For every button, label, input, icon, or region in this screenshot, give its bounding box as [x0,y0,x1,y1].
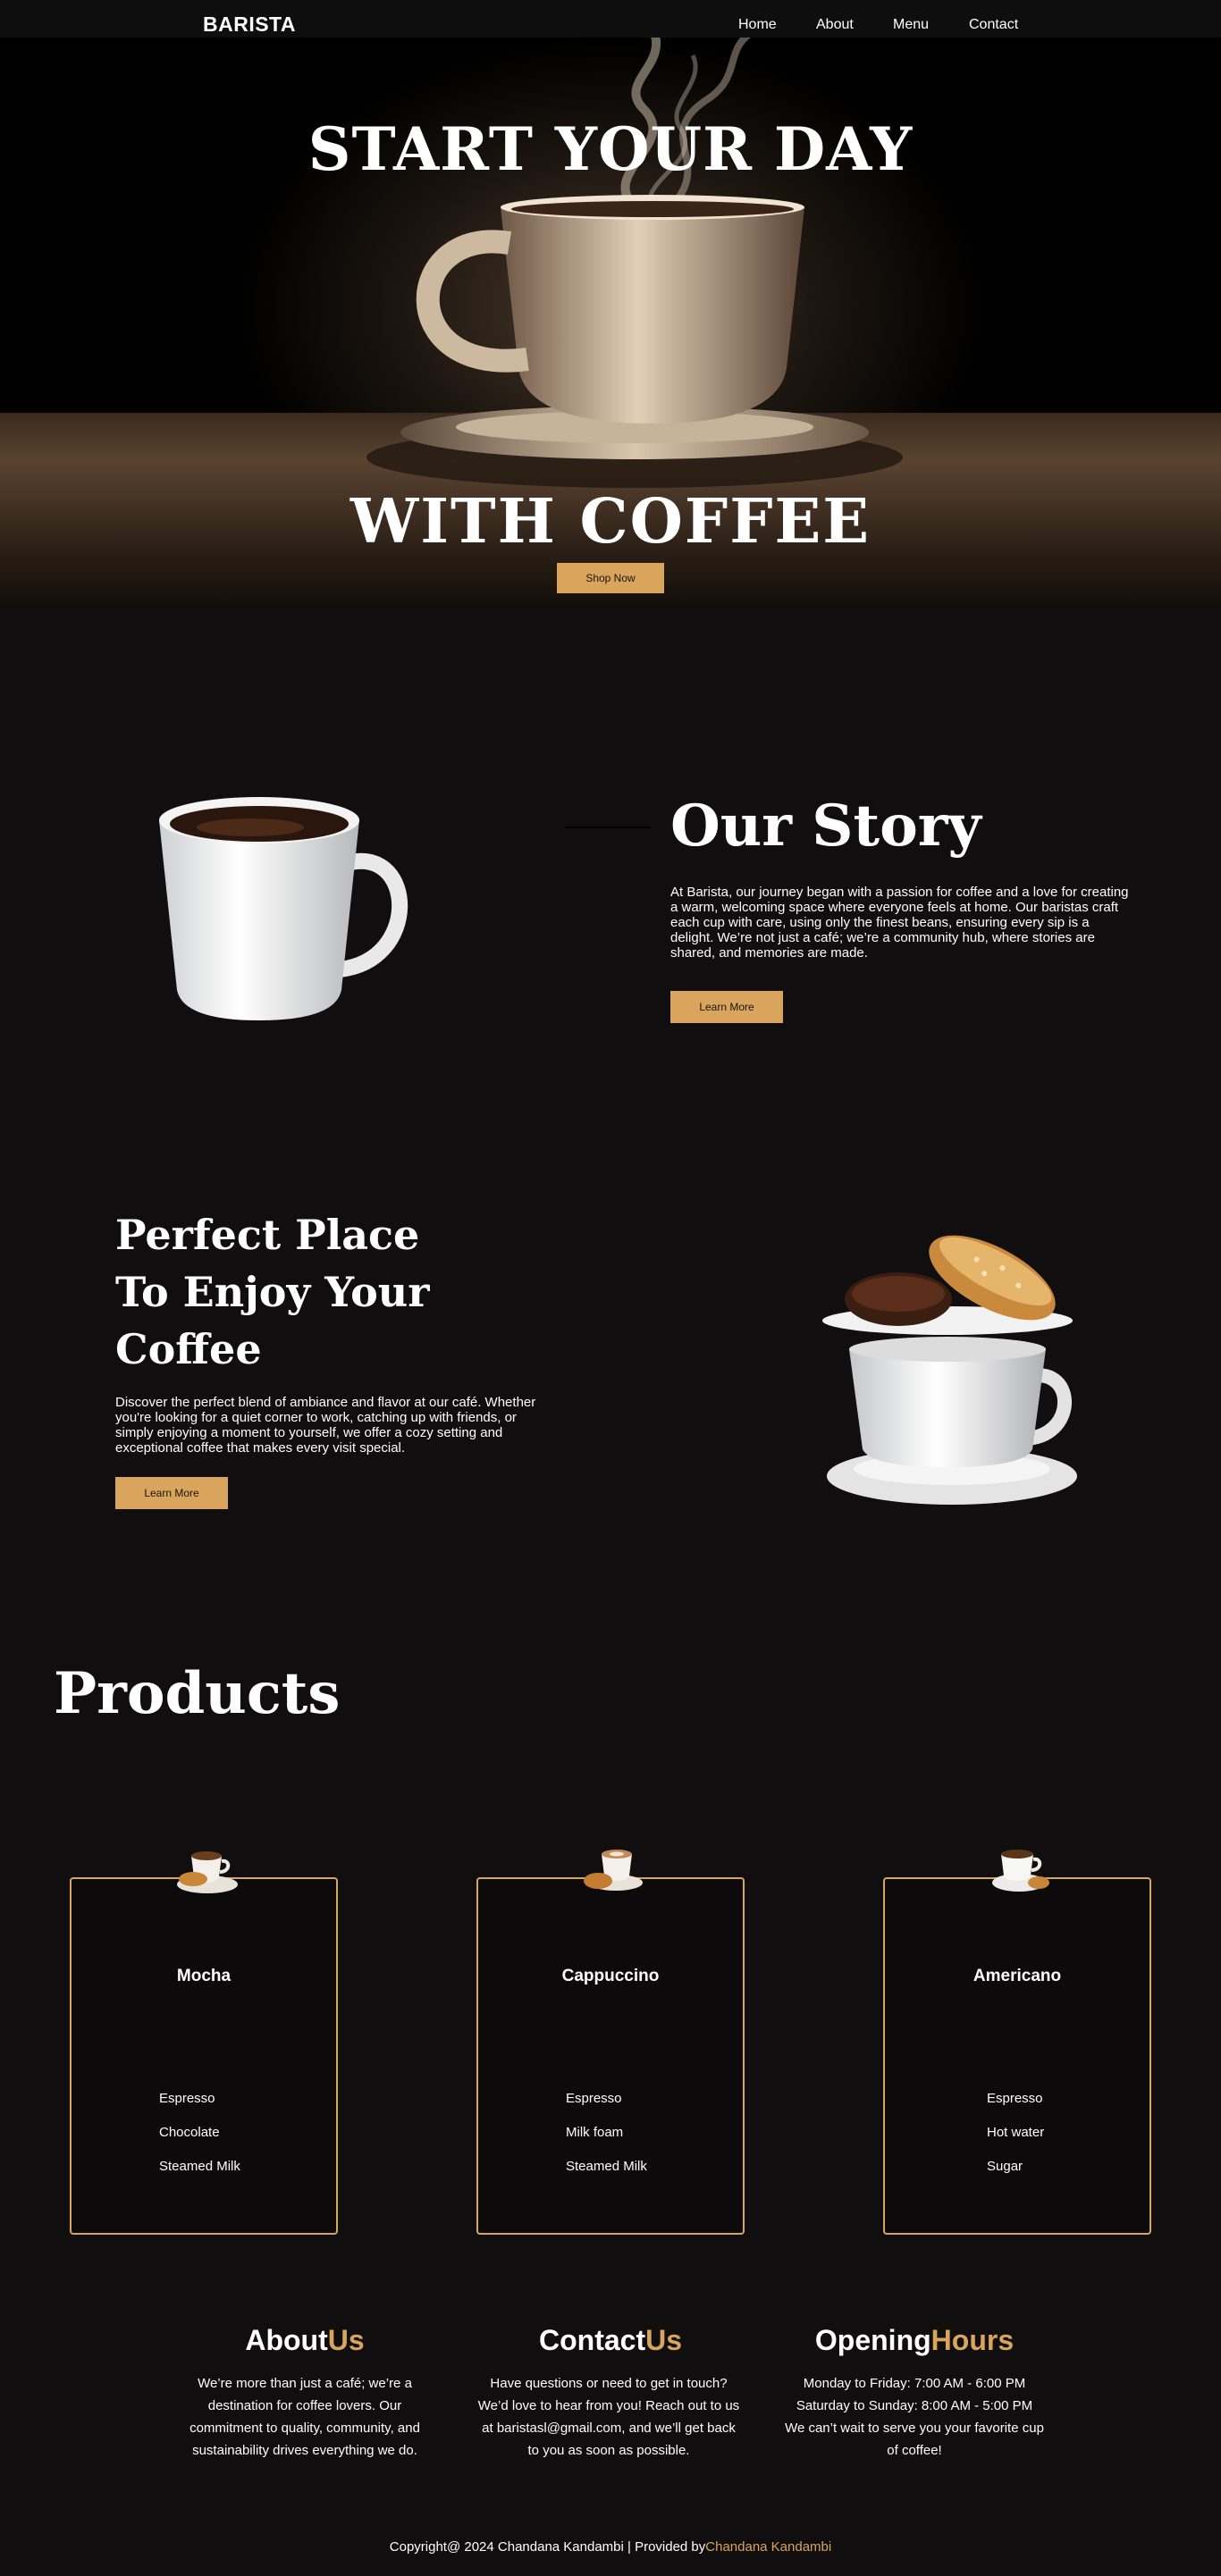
contact-us-section: ContactUs Have questions or need to get … [478,2326,740,2462]
about-us-title: AboutUs [175,2326,434,2354]
about-us-section: AboutUs We’re more than just a café; we’… [175,2326,434,2462]
hours-title-accent: Hours [930,2324,1015,2356]
product-coffee-image [177,1851,238,1893]
ingredient-item: Milk foam [566,2125,624,2140]
top-navbar: BARISTA Home About Menu Contact [0,0,1221,38]
ingredient-list: Espresso Chocolate Steamed Milk [159,2090,240,2192]
hero-section: START YOUR DAY WITH COFFEE Shop Now [0,38,1221,606]
contact-us-text: Have questions or need to get in touch? … [477,2376,740,2458]
ingredient-item: Steamed Milk [159,2159,240,2174]
place-title: Perfect Place To Enjoy Your Coffee [115,1206,491,1378]
story-learn-more-button[interactable]: Learn More [670,991,783,1023]
contact-title-text: Contact [538,2324,646,2356]
hero-title-line1: START YOUR DAY [307,114,914,184]
place-title-line: To Enjoy Your [115,1268,430,1316]
ingredient-item: Chocolate [159,2125,220,2140]
about-us-text: We’re more than just a café; we’re a des… [189,2376,420,2458]
story-divider [565,827,651,828]
brand-logo[interactable]: BARISTA [203,14,296,35]
nav-link-about[interactable]: About [816,18,854,32]
copyright: Copyright@ 2024 Chandana Kandambi | Prov… [0,2539,1221,2555]
about-title-text: About [245,2324,328,2356]
coffee-cup-image [159,797,408,1020]
opening-hours-section: OpeningHours Monday to Friday: 7:00 AM -… [785,2326,1044,2462]
product-card-cappuccino[interactable]: Cappuccino Espresso Milk foam Steamed Mi… [476,1850,745,2235]
ingredient-item: Espresso [159,2091,215,2106]
nav-link-contact[interactable]: Contact [969,18,1018,32]
product-coffee-image [992,1850,1049,1892]
place-learn-more-button[interactable]: Learn More [115,1477,228,1509]
ingredient-item: Espresso [566,2091,622,2106]
product-card-americano[interactable]: Americano Espresso Hot water Sugar [883,1850,1151,2235]
hero-title-line2: WITH COFFEE [349,486,872,558]
story-text: At Barista, our journey began with a pas… [670,885,1129,961]
contact-us-title: ContactUs [481,2326,740,2354]
hours-title-text: Opening [814,2324,931,2356]
copyright-author-link[interactable]: Chandana Kandambi [705,2539,831,2555]
opening-hours-title: OpeningHours [785,2326,1044,2354]
story-title: Our Story [670,793,981,860]
contact-title-accent: Us [645,2324,682,2356]
place-title-line: Perfect Place [115,1211,420,1259]
nav-link-home[interactable]: Home [738,18,777,32]
about-title-accent: Us [327,2324,365,2356]
donut-cup-image [822,1235,1077,1505]
products-title: Products [54,1660,341,1727]
ingredient-item: Hot water [987,2125,1045,2140]
place-text: Discover the perfect blend of ambiance a… [115,1395,536,1456]
copyright-text: Copyright@ 2024 Chandana Kandambi | Prov… [389,2539,706,2555]
ingredient-item: Espresso [987,2091,1043,2106]
ingredient-item: Sugar [987,2159,1023,2174]
ingredient-list: Espresso Hot water Sugar [987,2090,1044,2192]
shop-now-button[interactable]: Shop Now [557,563,664,593]
opening-hours-text: Monday to Friday: 7:00 AM - 6:00 PM Satu… [785,2376,1044,2458]
product-coffee-image [584,1850,643,1891]
ingredient-item: Steamed Milk [566,2159,647,2174]
place-title-line: Coffee [115,1325,262,1373]
ingredient-list: Espresso Milk foam Steamed Milk [566,2090,647,2192]
coffee-cup-steam-image [366,195,903,488]
product-name: Cappuccino [561,1967,660,1985]
product-name: Americano [973,1967,1062,1985]
nav-link-menu[interactable]: Menu [893,18,929,32]
product-card-mocha[interactable]: Mocha Espresso Chocolate Steamed Milk [70,1851,338,2235]
product-name: Mocha [176,1967,232,1985]
